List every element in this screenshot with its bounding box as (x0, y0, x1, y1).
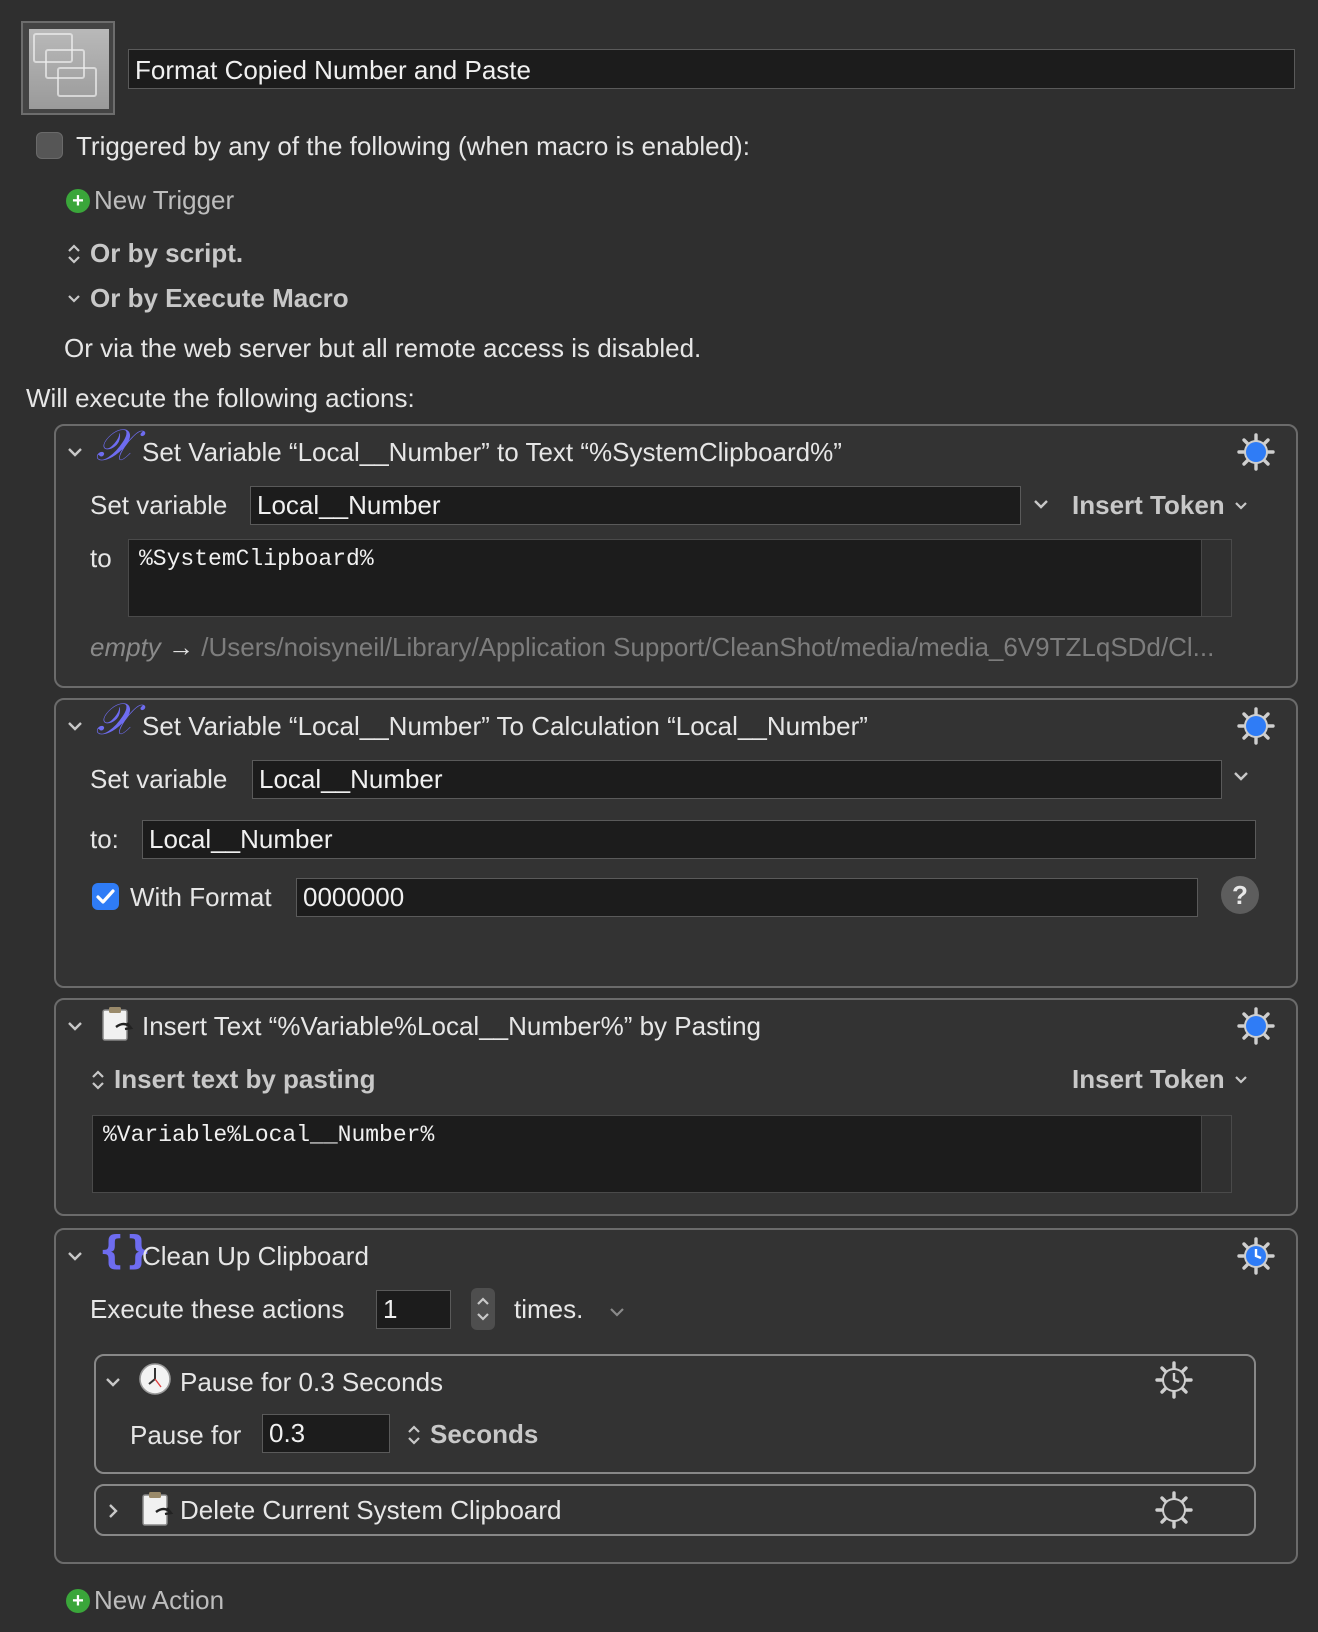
collapse-chevron-icon[interactable] (66, 1020, 84, 1034)
macro-name-field[interactable]: Format Copied Number and Paste (128, 49, 1295, 89)
with-format-checkbox[interactable] (92, 883, 119, 910)
set-variable-label: Set variable (90, 764, 228, 794)
to-label: to: (90, 824, 119, 854)
sub-action-title: Delete Current System Clipboard (180, 1495, 562, 1525)
new-action-label: New Action (94, 1585, 225, 1615)
plus-icon: + (66, 188, 90, 213)
sub-action-delete-clipboard[interactable]: Delete Current System Clipboard (94, 1484, 1256, 1536)
updown-chevron-icon (68, 243, 80, 264)
execute-label: Execute these actions (90, 1294, 345, 1324)
insert-mode-popup[interactable]: Insert text by pasting (90, 1064, 376, 1095)
chevron-down-icon (1234, 1075, 1247, 1084)
action-set-variable-calculation[interactable]: 𝒳 Set Variable “Local__Number” To Calcul… (54, 694, 1298, 988)
variable-icon: 𝒳 (96, 694, 134, 745)
insert-token-menu[interactable]: Insert Token (1072, 490, 1249, 521)
or-by-execute-macro-label: Or by Execute Macro (90, 283, 349, 313)
clipboard-icon (102, 1007, 134, 1041)
gear-clock-icon[interactable] (1236, 1236, 1276, 1276)
updown-chevron-icon (408, 1424, 420, 1445)
stepper-icon (477, 1297, 489, 1321)
preview-empty: empty (90, 632, 161, 662)
clipboard-icon (142, 1492, 174, 1526)
variable-name-field[interactable]: Local__Number (250, 486, 1021, 525)
gear-clock-icon[interactable] (1154, 1360, 1194, 1400)
text-value: %SystemClipboard% (139, 546, 374, 572)
action-title: Set Variable “Local__Number” To Calculat… (142, 711, 868, 741)
format-field[interactable]: 0000000 (296, 878, 1198, 917)
trigger-label: Triggered by any of the following (when … (76, 131, 750, 161)
pause-field[interactable]: 0.3 (262, 1414, 390, 1453)
action-clean-up-clipboard[interactable]: {} Clean Up Clipboard Execute these acti… (54, 1228, 1298, 1564)
action-title: Clean Up Clipboard (142, 1241, 369, 1271)
action-insert-text[interactable]: Insert Text “%Variable%Local__Number%” b… (54, 998, 1298, 1216)
new-action-button[interactable]: + New Action (66, 1585, 224, 1616)
or-by-script-toggle[interactable]: Or by script. (66, 238, 243, 269)
or-by-execute-macro-toggle[interactable]: Or by Execute Macro (66, 283, 349, 314)
insert-token-label: Insert Token (1072, 1064, 1225, 1094)
insert-text-area[interactable]: %Variable%Local__Number% (92, 1115, 1232, 1193)
insert-text-value: %Variable%Local__Number% (103, 1122, 435, 1148)
expand-chevron-icon[interactable] (106, 1502, 120, 1520)
scrollbar[interactable] (1201, 540, 1231, 616)
action-title: Set Variable “Local__Number” to Text “%S… (142, 437, 842, 467)
trigger-checkbox[interactable] (36, 132, 63, 159)
pause-unit-label: Seconds (430, 1419, 539, 1449)
checkmark-icon (96, 889, 115, 904)
pause-label: Pause for (130, 1420, 242, 1450)
collapse-chevron-icon[interactable] (66, 446, 84, 460)
pause-unit-popup[interactable]: Seconds (406, 1419, 538, 1450)
text-value-area[interactable]: %SystemClipboard% (128, 539, 1232, 617)
macro-icon[interactable] (21, 21, 115, 115)
variable-icon: 𝒳 (96, 420, 134, 471)
chevron-down-icon (1234, 501, 1247, 510)
clock-icon (139, 1363, 171, 1395)
chevron-down-icon (68, 294, 80, 303)
calculation-field[interactable]: Local__Number (142, 820, 1256, 859)
times-stepper[interactable] (471, 1288, 495, 1330)
times-label: times. (514, 1294, 584, 1324)
web-server-note: Or via the web server but all remote acc… (64, 333, 702, 363)
help-icon: ? (1232, 880, 1248, 910)
updown-chevron-icon (92, 1069, 104, 1090)
plus-icon: + (66, 1588, 90, 1613)
collapse-chevron-icon[interactable] (66, 720, 84, 734)
variable-name-field[interactable]: Local__Number (252, 760, 1222, 799)
will-execute-label: Will execute the following actions: (26, 383, 415, 413)
help-button[interactable]: ? (1221, 876, 1259, 914)
action-title: Insert Text “%Variable%Local__Number%” b… (142, 1011, 761, 1041)
preview-line: empty → /Users/noisyneil/Library/Applica… (90, 632, 1270, 663)
collapse-chevron-icon[interactable] (104, 1376, 122, 1390)
sub-action-title: Pause for 0.3 Seconds (180, 1367, 444, 1397)
new-trigger-label: New Trigger (94, 185, 235, 215)
gear-icon[interactable] (1236, 706, 1276, 746)
set-variable-label: Set variable (90, 490, 228, 520)
preview-path: /Users/noisyneil/Library/Application Sup… (201, 632, 1215, 662)
with-format-label: With Format (130, 882, 272, 912)
gear-icon[interactable] (1236, 1006, 1276, 1046)
insert-token-label: Insert Token (1072, 490, 1225, 520)
collapse-chevron-icon[interactable] (66, 1250, 84, 1264)
variable-dropdown-icon[interactable] (1232, 770, 1250, 784)
or-by-script-label: Or by script. (90, 238, 244, 268)
action-set-variable-text[interactable]: 𝒳 Set Variable “Local__Number” to Text “… (54, 420, 1298, 688)
times-dropdown-icon[interactable] (608, 1306, 626, 1320)
arrow-icon: → (168, 632, 195, 662)
gear-icon[interactable] (1236, 432, 1276, 472)
times-field[interactable]: 1 (376, 1290, 451, 1329)
insert-token-menu[interactable]: Insert Token (1072, 1064, 1249, 1095)
to-label: to (90, 543, 112, 573)
new-trigger-button[interactable]: + New Trigger (66, 185, 234, 216)
scrollbar[interactable] (1201, 1116, 1231, 1192)
variable-dropdown-icon[interactable] (1032, 498, 1050, 512)
insert-mode-label: Insert text by pasting (114, 1064, 376, 1094)
sub-action-pause[interactable]: Pause for 0.3 Seconds Pause for 0.3 Seco… (94, 1354, 1256, 1474)
gear-icon[interactable] (1154, 1490, 1194, 1530)
